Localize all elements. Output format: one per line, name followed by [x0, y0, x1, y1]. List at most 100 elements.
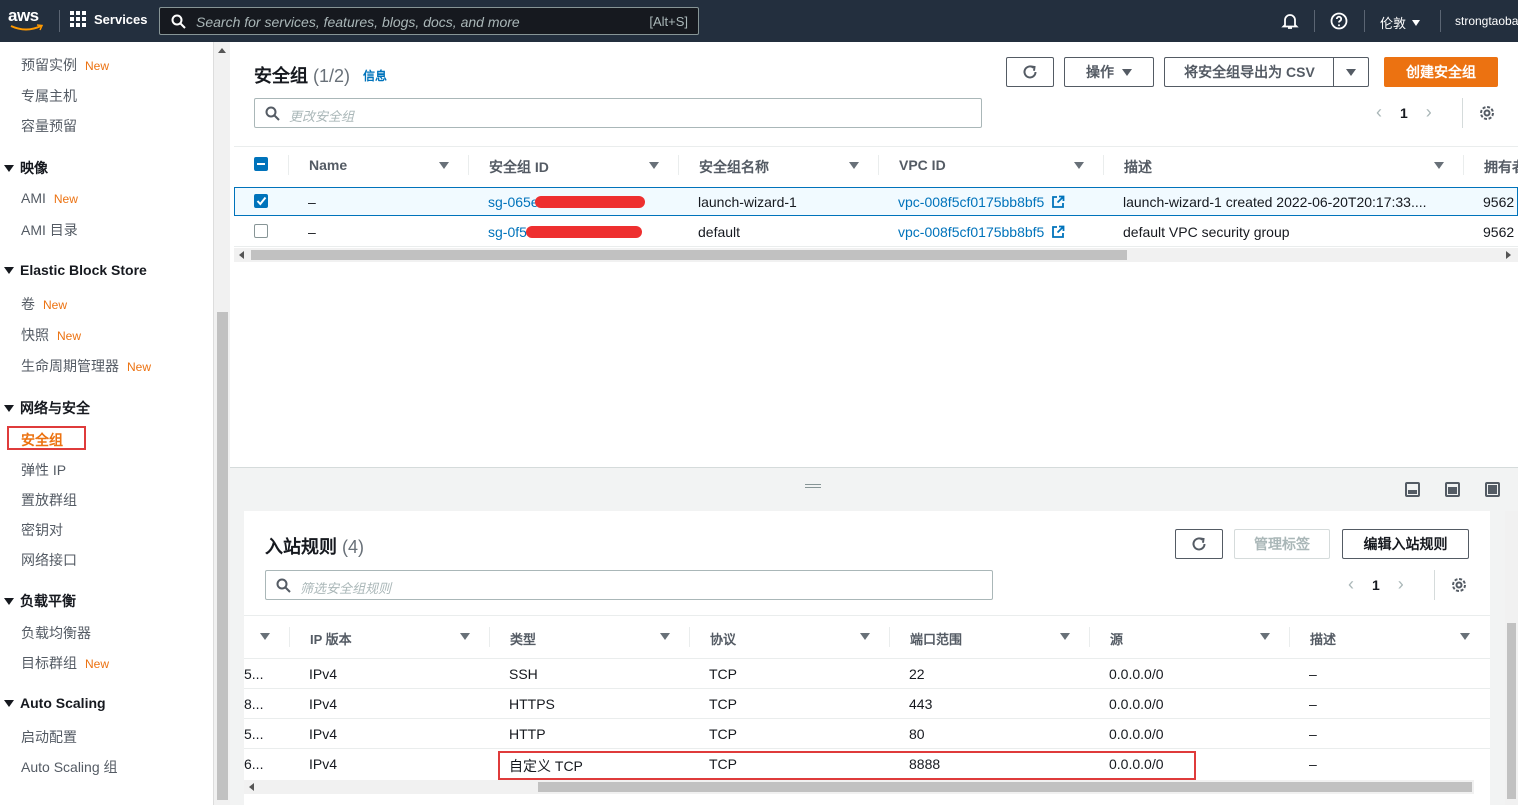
services-menu-button[interactable]: Services — [70, 11, 148, 27]
sidebar-scrollbar[interactable] — [213, 42, 230, 805]
sidebar-section-images[interactable]: 映像 — [4, 158, 48, 178]
table-row[interactable]: 8... IPv4 HTTPS TCP 443 0.0.0.0/0 – — [244, 689, 1490, 718]
drag-handle-icon[interactable] — [805, 484, 821, 488]
sort-icon[interactable] — [860, 633, 870, 640]
table-row[interactable] — [234, 217, 1518, 246]
account-menu[interactable]: strongtaoba — [1455, 14, 1518, 28]
sort-icon[interactable] — [1074, 162, 1084, 169]
cell-vpc-id-link[interactable]: vpc-008f5cf0175bb8bf5 — [898, 194, 1065, 210]
sidebar-item-launch-configurations[interactable]: 启动配置 — [21, 727, 77, 747]
cell-vpc-id-link[interactable]: vpc-008f5cf0175bb8bf5 — [898, 224, 1065, 240]
rule-filter-input[interactable]: 筛选安全组规则 — [265, 570, 993, 600]
sidebar-section-load-balancing[interactable]: 负载平衡 — [4, 591, 76, 611]
column-header-description[interactable]: 描述 — [1124, 157, 1152, 177]
select-all-checkbox[interactable] — [254, 157, 268, 171]
horizontal-scrollbar[interactable] — [244, 780, 1474, 794]
sidebar-item-elastic-ips[interactable]: 弹性 IP — [21, 460, 66, 480]
sort-icon[interactable] — [1260, 633, 1270, 640]
scrollbar-thumb[interactable] — [1507, 623, 1516, 799]
sidebar-section-network-security[interactable]: 网络与安全 — [4, 398, 90, 418]
scrollbar-thumb[interactable] — [538, 782, 1472, 792]
new-badge: New — [85, 657, 110, 671]
divider — [234, 246, 1518, 247]
export-dropdown-button[interactable] — [1333, 57, 1369, 87]
column-header-vpc-id[interactable]: VPC ID — [899, 157, 946, 173]
column-header-description[interactable]: 描述 — [1310, 629, 1336, 648]
sort-icon[interactable] — [649, 162, 659, 169]
sidebar-item-load-balancers[interactable]: 负载均衡器 — [21, 623, 91, 643]
sidebar-item-reserved-instances[interactable]: 预留实例 New — [21, 55, 109, 75]
sidebar-section-auto-scaling[interactable]: Auto Scaling — [4, 695, 106, 711]
panel-splitter[interactable] — [230, 467, 1518, 511]
panel-full-icon[interactable] — [1485, 482, 1500, 497]
panel-bottom-icon[interactable] — [1405, 482, 1420, 497]
info-link[interactable]: 信息 — [363, 67, 387, 84]
column-header-protocol[interactable]: 协议 — [710, 629, 736, 648]
export-csv-button[interactable]: 将安全组导出为 CSV — [1164, 57, 1334, 87]
row-checkbox[interactable] — [254, 224, 268, 238]
panel-split-icon[interactable] — [1445, 482, 1460, 497]
sidebar-item-target-groups[interactable]: 目标群组 New — [21, 653, 109, 673]
sidebar-item-volumes[interactable]: 卷 New — [21, 294, 67, 314]
column-header-owner[interactable]: 拥有者 — [1484, 157, 1518, 177]
chevron-left-icon[interactable]: ‹ — [1348, 574, 1354, 595]
aws-logo[interactable]: aws — [8, 6, 48, 36]
gear-icon[interactable] — [1479, 105, 1495, 121]
bell-icon[interactable] — [1281, 12, 1299, 30]
actions-button[interactable]: 操作 — [1064, 57, 1154, 87]
column-header-name[interactable]: Name — [309, 157, 347, 173]
column-header-group-id[interactable]: 安全组 ID — [489, 157, 549, 177]
sidebar-item-placement-groups[interactable]: 置放群组 — [21, 490, 77, 510]
row-checkbox[interactable] — [254, 194, 268, 208]
sort-icon[interactable] — [1060, 633, 1070, 640]
scroll-left-icon[interactable] — [239, 251, 244, 259]
horizontal-scrollbar[interactable] — [234, 248, 1518, 262]
column-header-group-name[interactable]: 安全组名称 — [699, 157, 769, 177]
scroll-left-icon[interactable] — [249, 783, 254, 791]
sort-icon[interactable] — [849, 162, 859, 169]
manage-tags-button[interactable]: 管理标签 — [1234, 529, 1330, 559]
cell-group-id-link[interactable]: sg-065e — [488, 194, 539, 210]
column-header-port-range[interactable]: 端口范围 — [910, 629, 962, 648]
global-search-input[interactable]: Search for services, features, blogs, do… — [159, 7, 699, 35]
table-row[interactable]: 5... IPv4 HTTP TCP 80 0.0.0.0/0 – — [244, 719, 1490, 748]
sort-icon[interactable] — [1434, 162, 1444, 169]
scroll-right-icon[interactable] — [1506, 251, 1511, 259]
page-number[interactable]: 1 — [1372, 577, 1380, 593]
security-group-filter-input[interactable]: 更改安全组 — [254, 98, 982, 128]
gear-icon[interactable] — [1451, 577, 1467, 593]
sidebar-item-network-interfaces[interactable]: 网络接口 — [21, 550, 77, 570]
sidebar-item-dedicated-hosts[interactable]: 专属主机 — [21, 86, 77, 106]
scrollbar-thumb[interactable] — [251, 250, 1127, 260]
column-header-source[interactable]: 源 — [1110, 629, 1123, 648]
sort-icon[interactable] — [660, 633, 670, 640]
sort-icon[interactable] — [439, 162, 449, 169]
sidebar-item-ami[interactable]: AMI New — [21, 190, 78, 206]
create-security-group-button[interactable]: 创建安全组 — [1384, 57, 1498, 87]
edit-inbound-rules-button[interactable]: 编辑入站规则 — [1342, 529, 1469, 559]
sidebar-item-snapshots[interactable]: 快照 New — [21, 325, 81, 345]
scrollbar-thumb[interactable] — [217, 312, 228, 800]
sort-icon[interactable] — [260, 633, 270, 640]
page-number[interactable]: 1 — [1400, 105, 1408, 121]
sidebar-item-auto-scaling-groups[interactable]: Auto Scaling 组 — [21, 757, 118, 777]
refresh-button[interactable] — [1006, 57, 1054, 87]
sort-icon[interactable] — [1460, 633, 1470, 640]
sidebar-item-lifecycle-manager[interactable]: 生命周期管理器 New — [21, 356, 151, 376]
column-header-ip-version[interactable]: IP 版本 — [310, 629, 352, 648]
chevron-right-icon[interactable]: › — [1398, 574, 1404, 595]
region-selector[interactable]: 伦敦 — [1380, 13, 1421, 32]
inbound-vertical-scrollbar[interactable] — [1505, 511, 1518, 805]
help-icon[interactable] — [1330, 12, 1348, 30]
chevron-right-icon[interactable]: › — [1426, 102, 1432, 123]
sidebar-section-ebs[interactable]: Elastic Block Store — [4, 262, 147, 278]
chevron-left-icon[interactable]: ‹ — [1376, 102, 1382, 123]
sort-icon[interactable] — [460, 633, 470, 640]
column-header-type[interactable]: 类型 — [510, 629, 536, 648]
sidebar-item-capacity-reservations[interactable]: 容量预留 — [21, 116, 77, 136]
sidebar-item-ami-catalog[interactable]: AMI 目录 — [21, 220, 78, 240]
refresh-button[interactable] — [1175, 529, 1223, 559]
table-row[interactable]: 5... IPv4 SSH TCP 22 0.0.0.0/0 – — [244, 659, 1490, 688]
scroll-up-icon[interactable] — [218, 48, 226, 53]
sidebar-item-key-pairs[interactable]: 密钥对 — [21, 520, 63, 540]
